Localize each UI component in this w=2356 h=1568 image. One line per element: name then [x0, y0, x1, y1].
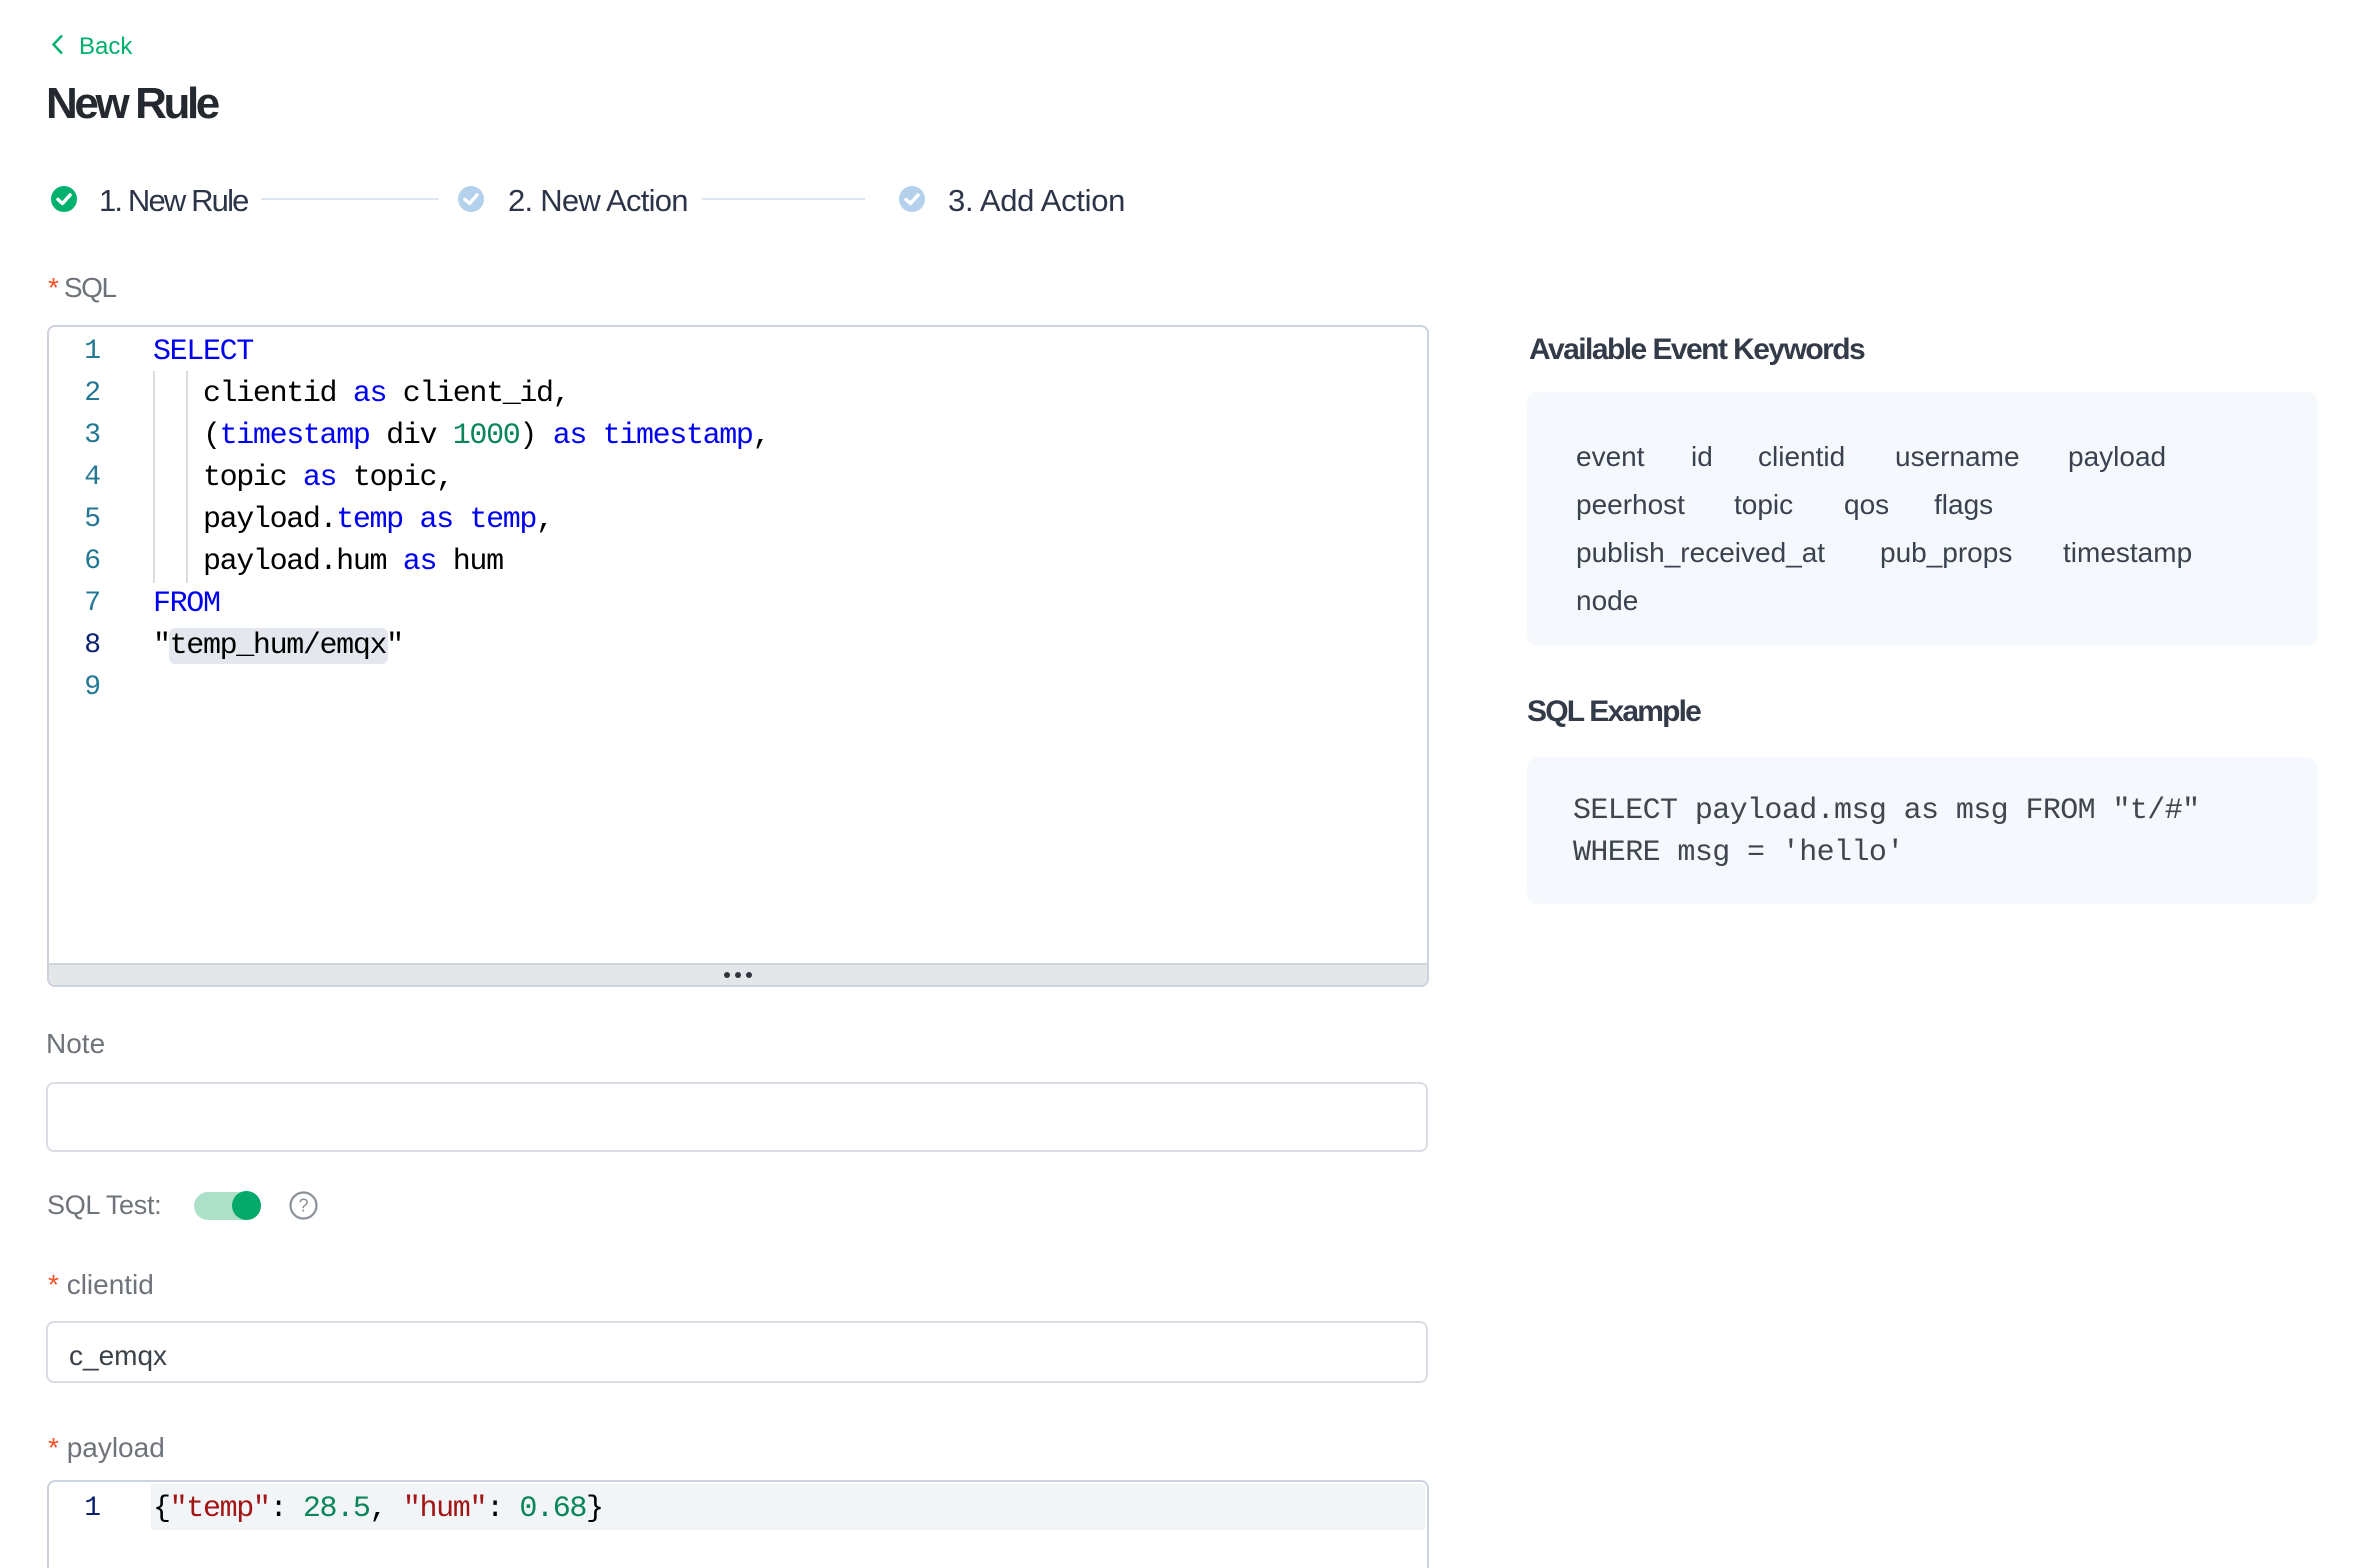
svg-text:?: ? — [298, 1196, 308, 1216]
